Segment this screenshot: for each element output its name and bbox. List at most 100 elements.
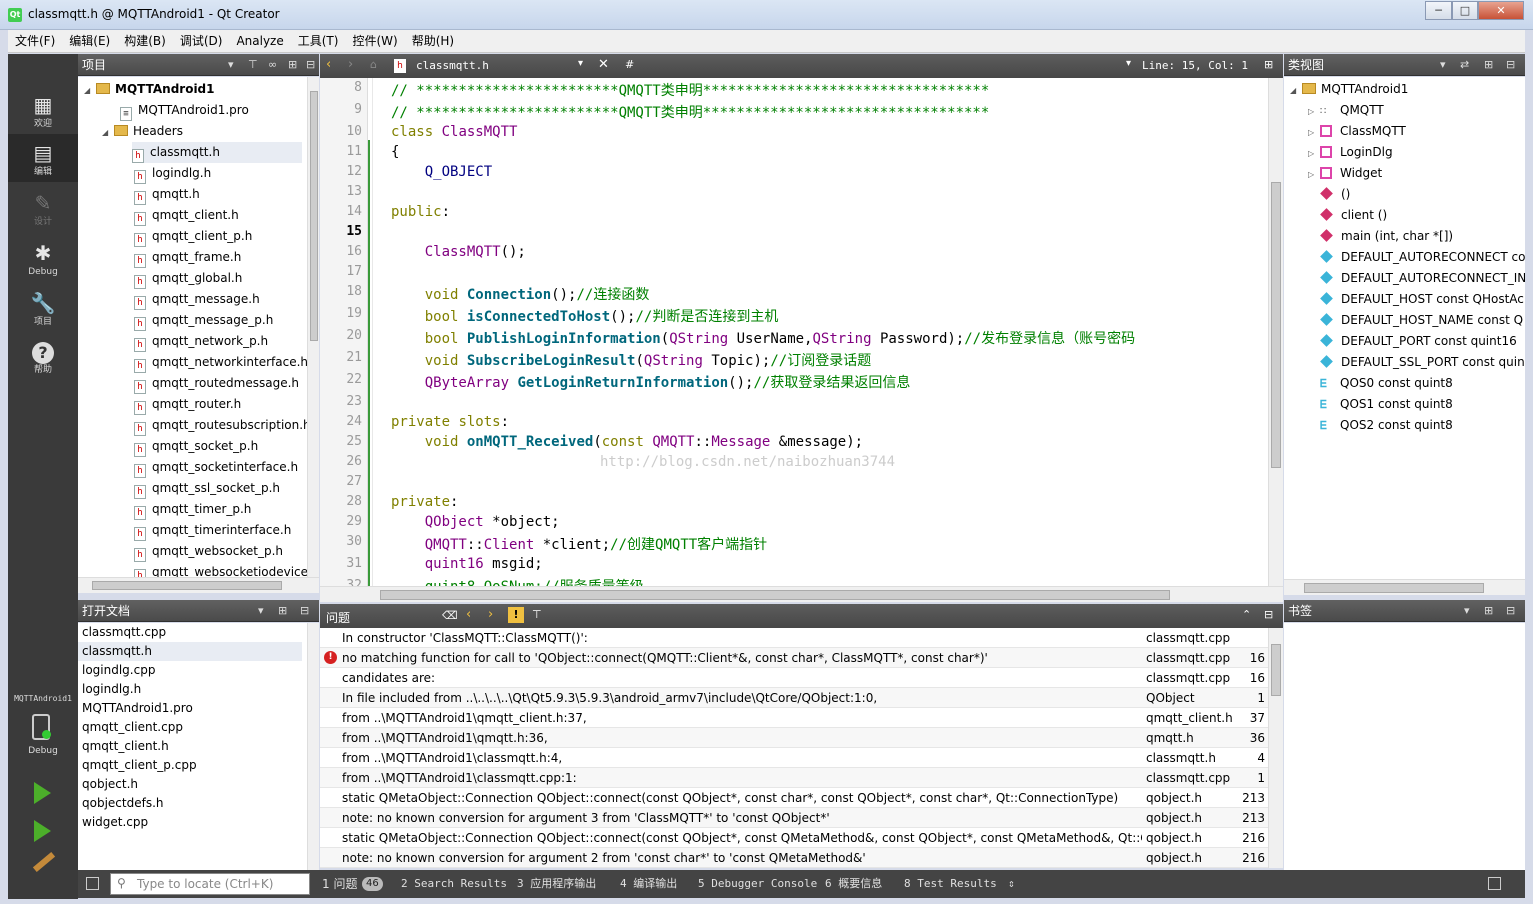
close-file-icon[interactable]: ✕ <box>598 57 609 72</box>
class-tree-item[interactable]: DEFAULT_AUTORECONNECT co <box>1308 247 1525 268</box>
close-button[interactable]: ✕ <box>1478 1 1524 20</box>
class-tree-item[interactable]: DEFAULT_PORT const quint16 <box>1308 331 1517 352</box>
class-tree-item[interactable]: Ꭼ QOS0 const quint8 <box>1308 373 1453 394</box>
open-doc-item[interactable]: qmqtt_client.cpp <box>78 718 302 737</box>
minimize-button[interactable]: ─ <box>1425 1 1452 20</box>
close-pane-icon[interactable]: ⊟ <box>306 54 315 76</box>
more-tabs-icon[interactable]: ⇕ <box>1008 870 1015 898</box>
issue-row[interactable]: from ..\MQTTAndroid1\classmqtt.h:4, class… <box>320 748 1270 768</box>
editor-vscrollbar[interactable] <box>1268 78 1283 586</box>
close-pane-icon[interactable]: ⊟ <box>1506 54 1515 76</box>
warning-filter-icon[interactable]: ! <box>508 607 524 623</box>
collapse-icon[interactable]: ⌃ <box>1242 608 1251 621</box>
issue-row[interactable]: note: no known conversion for argument 3… <box>320 808 1270 828</box>
menu-file[interactable]: 文件(F) <box>8 30 62 53</box>
open-doc-item[interactable]: classmqtt.cpp <box>78 623 302 642</box>
mode-help[interactable]: ? 帮助 <box>8 334 78 382</box>
split-icon[interactable]: ⊞ <box>1484 600 1493 622</box>
prev-issue-icon[interactable]: ‹ <box>466 607 471 622</box>
clean-icon[interactable]: ⌫ <box>442 609 458 622</box>
menu-help[interactable]: 帮助(H) <box>405 30 461 53</box>
run-icon[interactable] <box>34 782 51 804</box>
build-hammer-icon[interactable] <box>32 851 56 873</box>
expand-arrow-icon[interactable]: ▷ <box>1308 143 1320 164</box>
expand-arrow-icon[interactable]: ▷ <box>1308 122 1320 143</box>
class-tree-item[interactable]: ▷ LoginDlg <box>1308 142 1393 163</box>
tree-file-item[interactable]: h qmqtt_routesubscription.h <box>134 415 307 436</box>
class-tree-item[interactable]: Ꭼ QOS2 const quint8 <box>1308 415 1453 436</box>
tree-file-item[interactable]: h qmqtt_routedmessage.h <box>134 373 299 394</box>
debug-run-icon[interactable] <box>34 820 51 842</box>
menu-debug[interactable]: 调试(D) <box>173 30 230 53</box>
issue-row[interactable]: static QMetaObject::Connection QObject::… <box>320 828 1270 848</box>
open-doc-item[interactable]: qobject.h <box>78 775 302 794</box>
expand-arrow-icon[interactable]: ◢ <box>84 80 96 101</box>
issue-row[interactable]: from ..\MQTTAndroid1\classmqtt.cpp:1: cla… <box>320 768 1270 788</box>
filter-icon[interactable]: ⊤ <box>532 608 542 621</box>
current-file-tab[interactable]: classmqtt.h <box>416 59 489 72</box>
tab-compile-output[interactable]: 4 编译输出 <box>620 870 677 898</box>
tree-file-item[interactable]: h qmqtt_socketinterface.h <box>134 457 298 478</box>
split-icon[interactable]: ⊞ <box>288 54 297 76</box>
open-doc-item[interactable]: logindlg.h <box>78 680 302 699</box>
editor-hscrollbar[interactable] <box>320 586 1283 602</box>
toggle-sidebar-icon[interactable] <box>86 877 99 890</box>
tab-issues[interactable]: 1 问题 <box>322 870 357 898</box>
toggle-right-sidebar-icon[interactable] <box>1488 877 1501 890</box>
chevron-down-icon[interactable]: ▾ <box>258 600 264 622</box>
split-icon[interactable]: ⊞ <box>1484 54 1493 76</box>
class-tree-root[interactable]: ◢ MQTTAndroid1 <box>1290 79 1408 100</box>
mode-debug[interactable]: ✱ Debug <box>8 234 78 282</box>
close-pane-icon[interactable]: ⊟ <box>1506 600 1515 622</box>
expand-arrow-icon[interactable]: ▷ <box>1308 101 1320 122</box>
open-doc-item[interactable]: qmqtt_client.h <box>78 737 302 756</box>
chevron-down-icon[interactable]: ▾ <box>1464 600 1470 622</box>
tree-file-item[interactable]: h qmqtt_router.h <box>134 394 241 415</box>
filter-icon[interactable]: ⊤ <box>248 54 258 76</box>
menu-analyze[interactable]: Analyze <box>229 30 290 53</box>
tree-root[interactable]: ◢ MQTTAndroid1 <box>84 79 215 100</box>
tab-general-messages[interactable]: 6 概要信息 <box>825 870 882 898</box>
tab-test-results[interactable]: 8 Test Results <box>904 870 997 898</box>
tree-file-item[interactable]: h qmqtt_frame.h <box>134 247 241 268</box>
tree-file-item[interactable]: h qmqtt_timer_p.h <box>134 499 251 520</box>
issue-row[interactable]: from ..\MQTTAndroid1\qmqtt.h:36, qmqtt.h 3… <box>320 728 1270 748</box>
menu-build[interactable]: 构建(B) <box>117 30 173 53</box>
tree-file-item[interactable]: h qmqtt.h <box>134 184 200 205</box>
chevron-down-icon[interactable]: ▾ <box>1440 54 1446 76</box>
open-doc-item[interactable]: qmqtt_client_p.cpp <box>78 756 302 775</box>
maximize-button[interactable]: □ <box>1452 1 1478 20</box>
tab-search-results[interactable]: 2 Search Results <box>401 870 507 898</box>
tree-file-item[interactable]: h qmqtt_message.h <box>134 289 260 310</box>
issue-row[interactable]: ! no matching function for call to 'QObje… <box>320 648 1270 668</box>
issue-row[interactable]: note: no known conversion for argument 2… <box>320 848 1270 868</box>
tree-file-item[interactable]: h qmqtt_timerinterface.h <box>134 520 291 541</box>
tree-file-item[interactable]: h qmqtt_websocket_p.h <box>134 541 283 562</box>
forward-arrow-icon[interactable]: › <box>348 57 353 72</box>
class-tree-item[interactable]: Ꭼ QOS1 const quint8 <box>1308 394 1453 415</box>
sync-icon[interactable]: ⇄ <box>1460 54 1469 76</box>
tab-debugger-console[interactable]: 5 Debugger Console <box>698 870 817 898</box>
tree-file-item[interactable]: h qmqtt_global.h <box>134 268 242 289</box>
tree-file-item[interactable]: h qmqtt_client_p.h <box>134 226 252 247</box>
expand-arrow-icon[interactable]: ◢ <box>1290 80 1302 101</box>
split-icon[interactable]: ⊞ <box>1264 58 1273 71</box>
menu-window[interactable]: 控件(W) <box>345 30 404 53</box>
link-icon[interactable]: ∞ <box>268 54 277 76</box>
issue-row[interactable]: static QMetaObject::Connection QObject::… <box>320 788 1270 808</box>
tree-file-item[interactable]: h classmqtt.h <box>132 142 302 163</box>
menu-tools[interactable]: 工具(T) <box>291 30 346 53</box>
menu-edit[interactable]: 编辑(E) <box>62 30 117 53</box>
project-tree-hscrollbar[interactable] <box>78 577 319 593</box>
class-tree-item[interactable]: () <box>1308 184 1350 205</box>
mode-projects[interactable]: 🔧 项目 <box>8 284 78 332</box>
mode-welcome[interactable]: ▦ 欢迎 <box>8 86 78 134</box>
tree-file-item[interactable]: h qmqtt_networkinterface.h <box>134 352 307 373</box>
device-icon[interactable] <box>32 714 51 740</box>
cursor-position[interactable]: Line: 15, Col: 1 <box>1142 59 1248 72</box>
close-pane-icon[interactable]: ⊟ <box>1264 608 1273 621</box>
class-tree-hscrollbar[interactable] <box>1284 579 1525 595</box>
close-pane-icon[interactable]: ⊟ <box>300 600 309 622</box>
class-tree-item[interactable]: ▷ ∷ QMQTT <box>1308 100 1384 121</box>
split-icon[interactable]: ⊞ <box>278 600 287 622</box>
